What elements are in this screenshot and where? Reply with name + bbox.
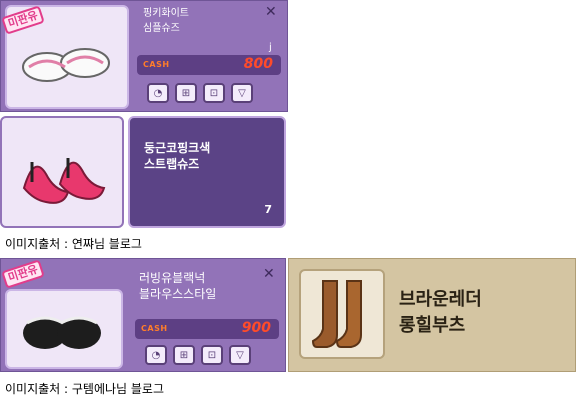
item-4-name-line1: 브라운레더: [399, 289, 482, 310]
item-3-badge: 미판유: [1, 259, 46, 289]
wish-icon: ⊡: [209, 87, 219, 99]
wishlist-button[interactable]: ⊡: [203, 83, 225, 103]
gift-button[interactable]: ⊞: [175, 83, 197, 103]
item-1-name-line2: 심플슈즈: [143, 23, 180, 34]
cash-label: CASH: [143, 60, 170, 69]
gift-icon: ⊞: [179, 349, 189, 361]
item-1-mark: j: [269, 42, 272, 53]
item-3-cash-box: CASH 900: [135, 319, 279, 339]
hanger-icon: ◔: [151, 349, 161, 361]
gift-button[interactable]: ⊞: [173, 345, 195, 365]
close-icon[interactable]: ✕: [263, 267, 275, 281]
item-2-name-line2: 스트랩슈즈: [144, 157, 200, 171]
item-1-actions: ◔ ⊞ ⊡ ▽: [147, 83, 253, 103]
item-1-cash-box: CASH 800: [137, 55, 281, 75]
item-2-thumbnail[interactable]: [0, 116, 124, 228]
item-4-thumbnail[interactable]: [299, 269, 385, 359]
item-3-name-line2: 블라우스스타일: [139, 287, 217, 301]
item-2-name-line1: 둥근코핑크색: [144, 141, 211, 155]
cart-icon: ▽: [236, 349, 244, 361]
black-shoes-icon: [23, 316, 101, 349]
item-1-price: 800: [243, 56, 273, 72]
caption-1: 이미지출처 : 연쨔님 블로그: [5, 237, 142, 251]
item-2-info: 둥근코핑크색 스트랩슈즈 7: [128, 116, 286, 228]
cart-button[interactable]: ▽: [229, 345, 251, 365]
wish-icon: ⊡: [207, 349, 217, 361]
try-on-button[interactable]: ◔: [145, 345, 167, 365]
close-icon[interactable]: ✕: [265, 5, 277, 19]
item-3-name-line1: 러빙유블랙넉: [139, 271, 206, 285]
wishlist-button[interactable]: ⊡: [201, 345, 223, 365]
item-2-count: 7: [264, 203, 272, 216]
cash-label: CASH: [141, 324, 168, 333]
item-1-name-line1: 핑키화이트: [143, 8, 189, 19]
item-3-price: 900: [241, 320, 271, 336]
try-on-button[interactable]: ◔: [147, 83, 169, 103]
caption-2: 이미지출처 : 구템에나님 블로그: [5, 382, 165, 396]
hanger-icon: ◔: [153, 87, 163, 99]
item-card-4: 브라운레더 롱힐부츠: [288, 258, 576, 372]
item-card-3: 미판유 러빙유블랙넉 블라우스스타일 ✕ CASH 900 ◔ ⊞ ⊡ ▽: [0, 258, 286, 372]
cart-button[interactable]: ▽: [231, 83, 253, 103]
item-3-actions: ◔ ⊞ ⊡ ▽: [145, 345, 251, 365]
gift-icon: ⊞: [181, 87, 191, 99]
cart-icon: ▽: [238, 87, 246, 99]
brown-boots-icon: [311, 280, 362, 348]
item-3-thumbnail[interactable]: [5, 289, 123, 369]
pink-shoes-icon: [22, 158, 106, 204]
item-4-name-line2: 롱힐부츠: [399, 315, 466, 336]
item-card-1: 미판유 핑키화이트 심플슈즈 j ✕ CASH 800 ◔ ⊞ ⊡ ▽: [0, 0, 288, 112]
